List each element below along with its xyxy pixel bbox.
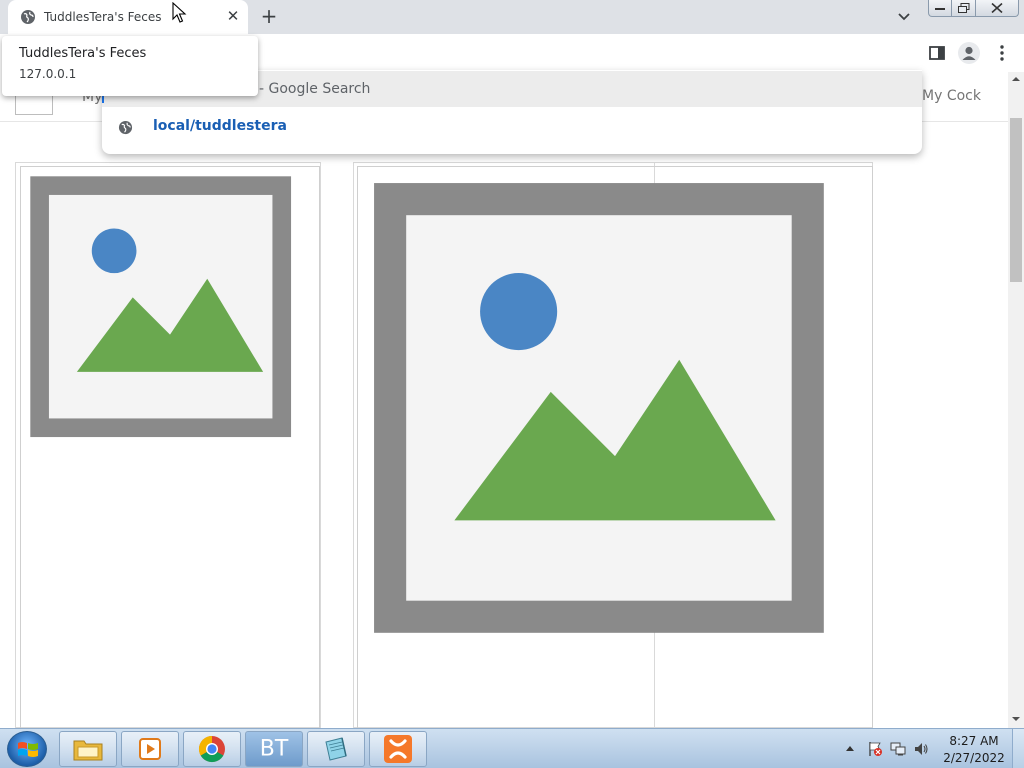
tab-close-button[interactable]: ✕ xyxy=(224,7,242,25)
hover-card-url: 127.0.0.1 xyxy=(19,67,77,81)
image-grid xyxy=(15,162,875,732)
side-panel-icon[interactable] xyxy=(928,44,946,62)
action-center-flag-icon[interactable] xyxy=(867,741,883,757)
windows-logo-icon xyxy=(18,742,38,757)
volume-icon[interactable] xyxy=(913,741,929,757)
page-scrollbar[interactable] xyxy=(1008,72,1024,728)
taskbar-file-explorer[interactable] xyxy=(59,731,117,767)
media-player-icon xyxy=(139,738,161,760)
nav-link-right[interactable]: My Cock xyxy=(922,88,981,104)
broken-image[interactable] xyxy=(20,166,320,732)
close-window-button[interactable] xyxy=(975,0,1019,17)
notepad-icon xyxy=(325,737,347,761)
screen: TuddlesTera's Feces ✕ + My My Cock - Goo… xyxy=(0,0,1024,768)
tab-hover-card: TuddlesTera's Feces 127.0.0.1 xyxy=(2,36,258,96)
suggestion-text: - Google Search xyxy=(259,81,371,97)
tab-strip: TuddlesTera's Feces ✕ + xyxy=(0,0,1024,34)
web-page: My My Cock xyxy=(0,72,1008,732)
windows-taskbar: BT 8:27 AM 2/27/2022 xyxy=(0,728,1024,768)
omnibox-suggestion-url[interactable]: local/tuddlestera xyxy=(102,108,922,144)
mouse-cursor-icon xyxy=(172,2,187,23)
person-icon xyxy=(962,46,976,60)
taskbar-xampp[interactable] xyxy=(369,731,427,767)
network-icon[interactable] xyxy=(890,741,906,757)
restore-icon xyxy=(957,3,969,13)
restore-button[interactable] xyxy=(951,0,976,17)
start-button[interactable] xyxy=(7,731,47,767)
taskbar-chrome[interactable] xyxy=(183,731,241,767)
broken-image-icon xyxy=(374,183,824,633)
folder-icon xyxy=(73,740,103,761)
profile-avatar-icon[interactable] xyxy=(958,42,980,64)
globe-icon xyxy=(21,10,35,24)
taskbar-bt-app[interactable]: BT xyxy=(245,731,303,767)
kebab-menu-icon[interactable] xyxy=(996,43,1008,63)
xampp-icon xyxy=(384,735,412,763)
scroll-down-arrow-icon[interactable] xyxy=(1008,712,1024,726)
taskbar-media-player[interactable] xyxy=(121,731,179,767)
hover-card-title: TuddlesTera's Feces xyxy=(19,46,147,61)
tab-title: TuddlesTera's Feces xyxy=(44,10,162,24)
taskbar-notepad[interactable] xyxy=(307,731,365,767)
show-desktop-button[interactable] xyxy=(1012,729,1024,768)
new-tab-button[interactable]: + xyxy=(258,6,280,28)
suggestion-url-text: local/tuddlestera xyxy=(153,118,287,134)
bt-app-label: BT xyxy=(259,736,289,762)
minimize-icon xyxy=(935,8,945,10)
close-icon xyxy=(991,3,1003,13)
minimize-button[interactable] xyxy=(928,0,952,17)
clock-time[interactable]: 8:27 AM xyxy=(940,734,1008,748)
chrome-icon xyxy=(198,735,225,763)
broken-image[interactable] xyxy=(357,166,873,732)
scroll-thumb[interactable] xyxy=(1010,118,1022,282)
tab-search-chevron-icon[interactable] xyxy=(894,8,914,26)
browser-tab[interactable]: TuddlesTera's Feces ✕ xyxy=(8,0,248,34)
clock-date[interactable]: 2/27/2022 xyxy=(940,751,1008,765)
scroll-up-arrow-icon[interactable] xyxy=(1008,72,1024,86)
broken-image-icon xyxy=(30,176,292,438)
globe-icon xyxy=(118,120,133,135)
show-hidden-icons-arrow-icon[interactable] xyxy=(845,744,855,752)
